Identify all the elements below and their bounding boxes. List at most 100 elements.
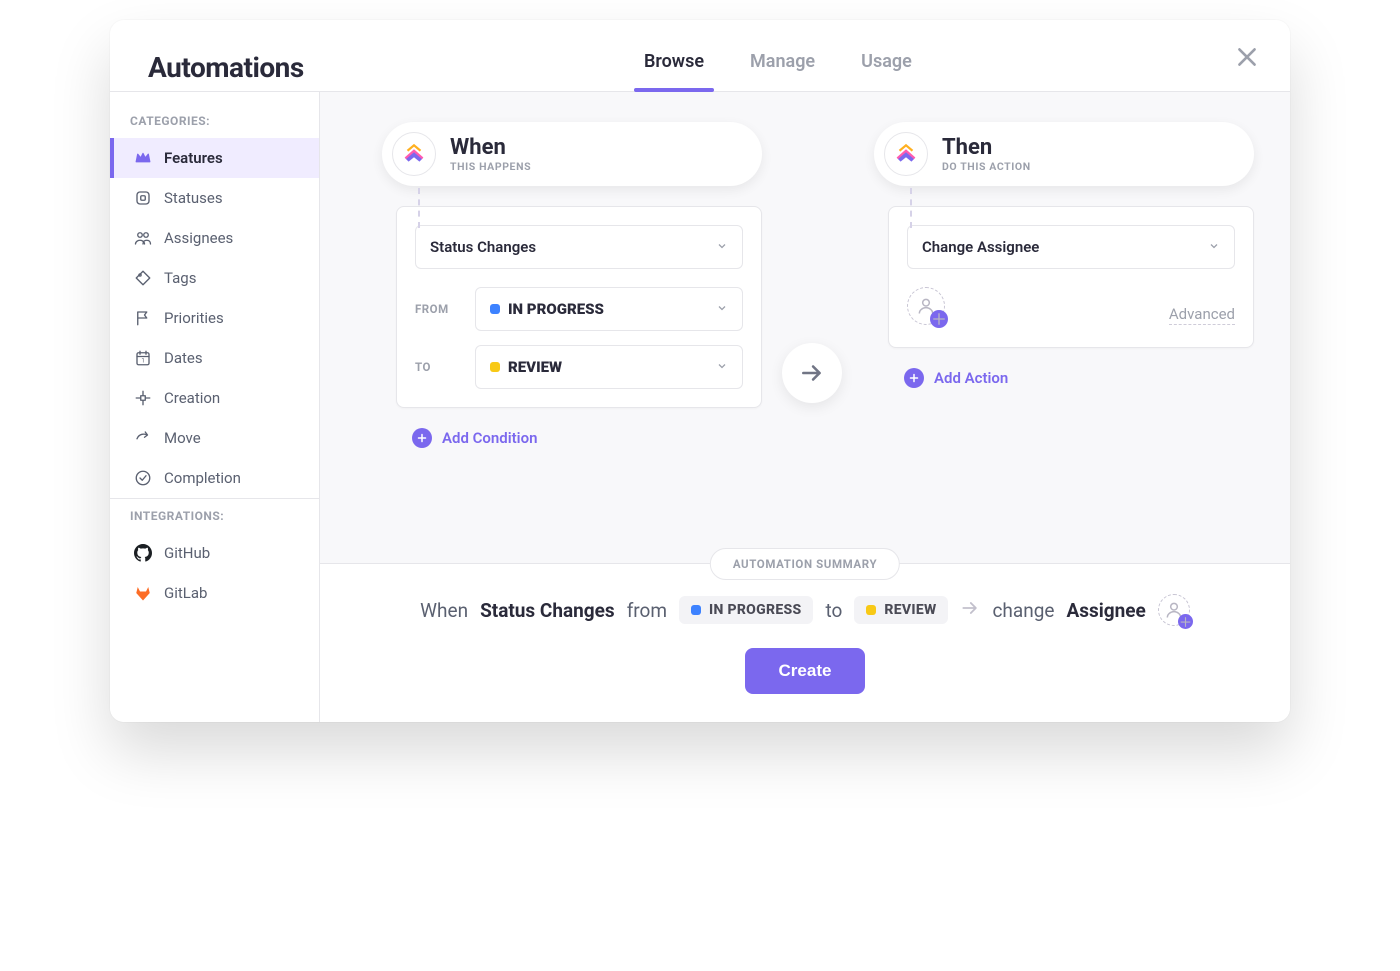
flag-icon [134,309,152,327]
summary-assignee-avatar[interactable] [1158,594,1190,626]
when-column: When THIS HAPPENS Status Changes FROM [382,122,762,448]
sidebar-item-label: Dates [164,349,203,367]
sidebar-header-categories: CATEGORIES: [110,110,319,138]
sidebar-item-assignees[interactable]: Assignees [110,218,319,258]
sidebar-item-move[interactable]: Move [110,418,319,458]
tab-usage[interactable]: Usage [859,45,914,92]
action-select[interactable]: Change Assignee [907,225,1235,269]
flow-arrow-icon [782,343,842,403]
automation-canvas: When THIS HAPPENS Status Changes FROM [320,92,1290,722]
sidebar-item-label: Assignees [164,229,233,247]
to-status-value: REVIEW [508,358,562,376]
sidebar-item-dates[interactable]: 1 Dates [110,338,319,378]
summary-text: change [992,599,1054,622]
sidebar-item-github[interactable]: GitHub [110,533,319,573]
plus-circle-icon [904,368,924,388]
sidebar-item-label: Priorities [164,309,224,327]
when-card: Status Changes FROM IN PROGRESS TO [396,206,762,408]
sidebar-item-creation[interactable]: Creation [110,378,319,418]
close-icon[interactable] [1234,44,1260,70]
tag-icon [134,269,152,287]
advanced-link[interactable]: Advanced [1169,305,1235,325]
svg-text:1: 1 [141,358,144,365]
tab-manage[interactable]: Manage [748,45,817,92]
sidebar-item-label: Tags [164,269,196,287]
from-status-select[interactable]: IN PROGRESS [475,287,743,331]
sidebar-header-integrations: INTEGRATIONS: [110,498,319,533]
chevron-down-icon [716,238,728,256]
summary-badge: AUTOMATION SUMMARY [710,548,900,580]
add-condition-label: Add Condition [442,429,537,447]
arrow-right-icon [960,598,980,623]
from-label: FROM [415,302,461,316]
summary-assignee: Assignee [1066,599,1145,622]
when-connector [418,188,420,228]
summary-text: to [825,599,842,622]
then-connector [910,188,912,228]
add-assignee-button[interactable] [907,287,945,325]
sidebar-item-label: Move [164,429,201,447]
summary-text: from [627,599,667,622]
sidebar-item-label: Completion [164,469,241,487]
sidebar-item-gitlab[interactable]: GitLab [110,573,319,613]
assignees-icon [134,229,152,247]
tab-browse[interactable]: Browse [642,45,706,92]
add-action-button[interactable]: Add Action [904,368,1254,388]
gitlab-icon [134,584,152,602]
then-header: Then DO THIS ACTION [874,122,1254,186]
sidebar-item-features[interactable]: Features [110,138,319,178]
summary-trigger: Status Changes [480,599,615,622]
status-chip-in-progress [691,605,701,615]
action-select-value: Change Assignee [922,238,1039,256]
plus-circle-icon [1178,614,1193,629]
share-arrow-icon [134,429,152,447]
modal-tabs: Browse Manage Usage [642,44,914,91]
summary-sentence: When Status Changes from IN PROGRESS to … [420,594,1190,626]
when-subtitle: THIS HAPPENS [450,161,531,173]
summary-text: When [420,599,468,622]
sidebar-item-completion[interactable]: Completion [110,458,319,498]
modal-title: Automations [148,51,304,84]
then-card: Change Assignee Advanced [888,206,1254,348]
check-circle-icon [134,469,152,487]
from-status-value: IN PROGRESS [508,300,604,318]
add-condition-button[interactable]: Add Condition [412,428,762,448]
sidebar-item-statuses[interactable]: Statuses [110,178,319,218]
sidebar-item-label: Statuses [164,189,223,207]
plus-outline-icon [134,389,152,407]
chevron-down-icon [1208,238,1220,256]
crown-icon [134,149,152,167]
when-title: When [450,135,531,160]
summary-chip-to: REVIEW [854,596,948,624]
plus-circle-icon [930,310,948,328]
to-status-select[interactable]: REVIEW [475,345,743,389]
status-chip-in-progress [490,304,500,314]
when-header: When THIS HAPPENS [382,122,762,186]
sidebar-item-label: GitHub [164,544,210,562]
status-chip-review [490,362,500,372]
create-button[interactable]: Create [745,648,866,694]
sidebar-item-label: Creation [164,389,220,407]
sidebar-item-tags[interactable]: Tags [110,258,319,298]
then-subtitle: DO THIS ACTION [942,161,1031,173]
chevron-down-icon [716,358,728,376]
trigger-select[interactable]: Status Changes [415,225,743,269]
trigger-select-value: Status Changes [430,238,536,256]
sidebar: CATEGORIES: Features Statuses Assignees … [110,92,320,722]
status-icon [134,189,152,207]
then-title: Then [942,135,1031,160]
then-column: Then DO THIS ACTION Change Assignee [874,122,1254,388]
automation-summary: AUTOMATION SUMMARY When Status Changes f… [320,563,1290,722]
to-label: TO [415,360,461,374]
chevron-down-icon [716,300,728,318]
calendar-icon: 1 [134,349,152,367]
clickup-logo-icon [392,132,436,176]
sidebar-item-priorities[interactable]: Priorities [110,298,319,338]
plus-circle-icon [412,428,432,448]
sidebar-item-label: GitLab [164,584,207,602]
summary-chip-from: IN PROGRESS [679,596,813,624]
github-icon [134,544,152,562]
sidebar-item-label: Features [164,149,223,167]
add-action-label: Add Action [934,369,1008,387]
modal-header: Automations Browse Manage Usage [110,20,1290,92]
